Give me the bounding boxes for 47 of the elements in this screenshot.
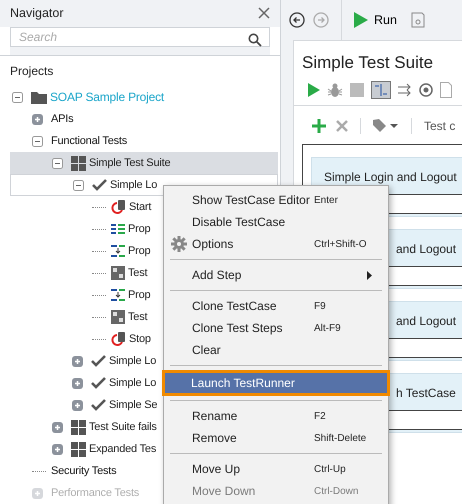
- menu-item-label: Remove: [192, 431, 238, 445]
- card-title: and Logout: [396, 242, 456, 256]
- shortcut-label: Ctrl-Down: [314, 486, 358, 496]
- shortcut-label: Shift-Delete: [314, 432, 366, 444]
- tree-item-label: Functional Tests: [51, 135, 128, 147]
- menu-item-label: Rename: [192, 409, 238, 423]
- tree-item-label: Stop: [129, 333, 151, 345]
- tree-item-label: Prop: [128, 223, 150, 235]
- card-title: Simple Login and Logout: [324, 170, 457, 184]
- tree-item-label: Simple Se: [109, 399, 158, 411]
- shortcut-label: F2: [314, 410, 326, 422]
- menu-item-label: Clear: [192, 343, 222, 357]
- tree-item-label: APIs: [51, 113, 74, 125]
- tree-item-label: Simple Lo: [110, 179, 158, 191]
- shortcut-label: Alt-F9: [314, 322, 341, 334]
- tree-item-label: Expanded Tes: [89, 443, 156, 455]
- menu-item-label: Move Down: [192, 484, 256, 498]
- menu-item-label: Move Up: [192, 462, 242, 476]
- tree-item-label: Test: [128, 311, 148, 323]
- tree-root-label: Projects: [10, 64, 54, 80]
- filter-label: Test c: [424, 119, 456, 133]
- tree-item-label: SOAP Sample Project: [50, 90, 164, 104]
- editor-title: Simple Test Suite: [301, 52, 434, 73]
- tree-item-label: Security Tests: [51, 465, 116, 477]
- card-title: h TestCase: [396, 386, 456, 400]
- card-title: and Logout: [396, 314, 456, 328]
- tree-item-label: Simple Lo: [109, 355, 156, 367]
- menu-item-label: Launch TestRunner: [191, 376, 296, 390]
- shortcut-label: Ctrl-Up: [314, 464, 346, 474]
- tree-item-label: Test: [128, 267, 148, 279]
- panel-title: Navigator: [10, 6, 64, 20]
- menu-item-label: Add Step: [192, 268, 242, 282]
- tree-item-label: Simple Test Suite: [89, 157, 170, 169]
- tree-item-label: Test Suite fails: [89, 421, 157, 433]
- shortcut-label: Enter: [314, 194, 338, 206]
- tree-item-label: Prop: [128, 289, 150, 301]
- tree-item-label: Performance Tests: [51, 487, 140, 499]
- shortcut-label: Ctrl+Shift-O: [314, 238, 367, 250]
- menu-item-label: Options: [192, 237, 234, 251]
- menu-item-label: Disable TestCase: [192, 215, 286, 229]
- shortcut-label: F9: [314, 300, 326, 312]
- tree-item-label: Simple Lo: [109, 377, 156, 389]
- tree-item-label: Prop: [128, 245, 150, 257]
- menu-item-label: Show TestCase Editor: [192, 193, 311, 207]
- tree-item-label: Start: [129, 201, 152, 213]
- menu-item-label: Clone TestCase: [192, 299, 278, 313]
- menu-item-label: Clone Test Steps: [192, 321, 284, 335]
